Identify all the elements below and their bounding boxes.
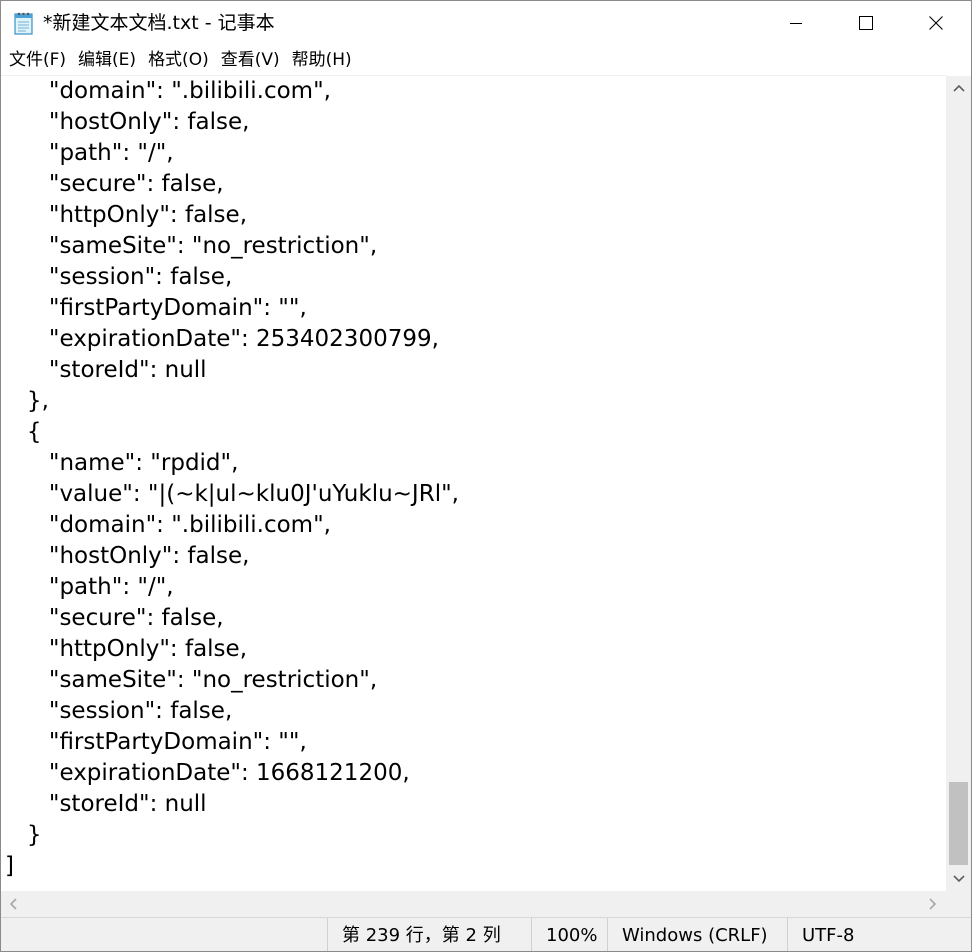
text-line: "expirationDate": 1668121200,: [5, 760, 410, 786]
text-line: "path": "/",: [5, 574, 174, 600]
text-line: "domain": ".bilibili.com",: [5, 512, 331, 538]
scroll-left-button[interactable]: [1, 891, 25, 917]
text-line: "sameSite": "no_restriction",: [5, 667, 378, 693]
close-icon: [929, 16, 943, 30]
chevron-down-icon: [952, 875, 965, 883]
menu-bar: 文件(F) 编辑(E) 格式(O) 查看(V) 帮助(H): [1, 45, 971, 75]
encoding: UTF-8: [787, 918, 971, 951]
text-line: "value": "|(~k|ul~klu0J'uYuklu~JRl",: [5, 481, 459, 507]
scroll-right-button[interactable]: [921, 891, 945, 917]
text-line: "path": "/",: [5, 140, 174, 166]
text-line: "session": false,: [5, 698, 233, 724]
menu-edit[interactable]: 编辑(E): [72, 47, 142, 73]
text-line: "storeId": null: [5, 791, 207, 817]
chevron-right-icon: [929, 898, 937, 910]
zoom-level: 100%: [531, 918, 607, 951]
maximize-icon: [859, 16, 873, 30]
text-line: "httpOnly": false,: [5, 636, 248, 662]
title-bar[interactable]: *新建文本文档.txt - 记事本: [1, 1, 971, 45]
line-ending: Windows (CRLF): [607, 918, 787, 951]
text-editor[interactable]: "domain": ".bilibili.com", "hostOnly": f…: [1, 75, 947, 892]
status-bar: 第 239 行，第 2 列 100% Windows (CRLF) UTF-8: [1, 917, 971, 951]
close-button[interactable]: [901, 1, 971, 45]
notepad-icon: [14, 12, 33, 35]
scrollbar-corner: [946, 891, 971, 917]
text-line: {: [5, 419, 42, 445]
vertical-scroll-thumb[interactable]: [949, 782, 968, 865]
cursor-position: 第 239 行，第 2 列: [327, 918, 531, 951]
notepad-window: *新建文本文档.txt - 记事本 文件(F) 编辑(E) 格式(O) 查看(V…: [0, 0, 972, 952]
text-line: "firstPartyDomain": "",: [5, 295, 307, 321]
menu-view[interactable]: 查看(V): [215, 47, 286, 73]
text-line: "sameSite": "no_restriction",: [5, 233, 378, 259]
text-lines: "domain": ".bilibili.com", "hostOnly": f…: [5, 76, 459, 882]
text-line: "httpOnly": false,: [5, 202, 248, 228]
maximize-button[interactable]: [831, 1, 901, 45]
horizontal-scrollbar[interactable]: [1, 891, 946, 917]
chevron-left-icon: [9, 898, 17, 910]
text-line: "hostOnly": false,: [5, 109, 250, 135]
text-line: "storeId": null: [5, 357, 207, 383]
text-line: "session": false,: [5, 264, 233, 290]
menu-format[interactable]: 格式(O): [142, 47, 215, 73]
scroll-down-button[interactable]: [946, 867, 971, 891]
minimize-icon: [790, 23, 802, 24]
text-line: "expirationDate": 253402300799,: [5, 326, 439, 352]
menu-help[interactable]: 帮助(H): [286, 47, 358, 73]
text-line: }: [5, 822, 42, 848]
text-line: "name": "rpdid",: [5, 450, 239, 476]
text-line: "secure": false,: [5, 605, 224, 631]
minimize-button[interactable]: [761, 1, 831, 45]
vertical-scrollbar[interactable]: [946, 76, 971, 891]
text-line: },: [5, 388, 49, 414]
text-line: "hostOnly": false,: [5, 543, 250, 569]
text-line: ]: [5, 853, 14, 879]
text-line: "firstPartyDomain": "",: [5, 729, 307, 755]
scroll-up-button[interactable]: [946, 76, 971, 100]
window-title: *新建文本文档.txt - 记事本: [43, 12, 275, 34]
menu-file[interactable]: 文件(F): [3, 47, 72, 73]
chevron-up-icon: [952, 84, 965, 92]
text-line: "secure": false,: [5, 171, 224, 197]
text-line: "domain": ".bilibili.com",: [5, 78, 331, 104]
